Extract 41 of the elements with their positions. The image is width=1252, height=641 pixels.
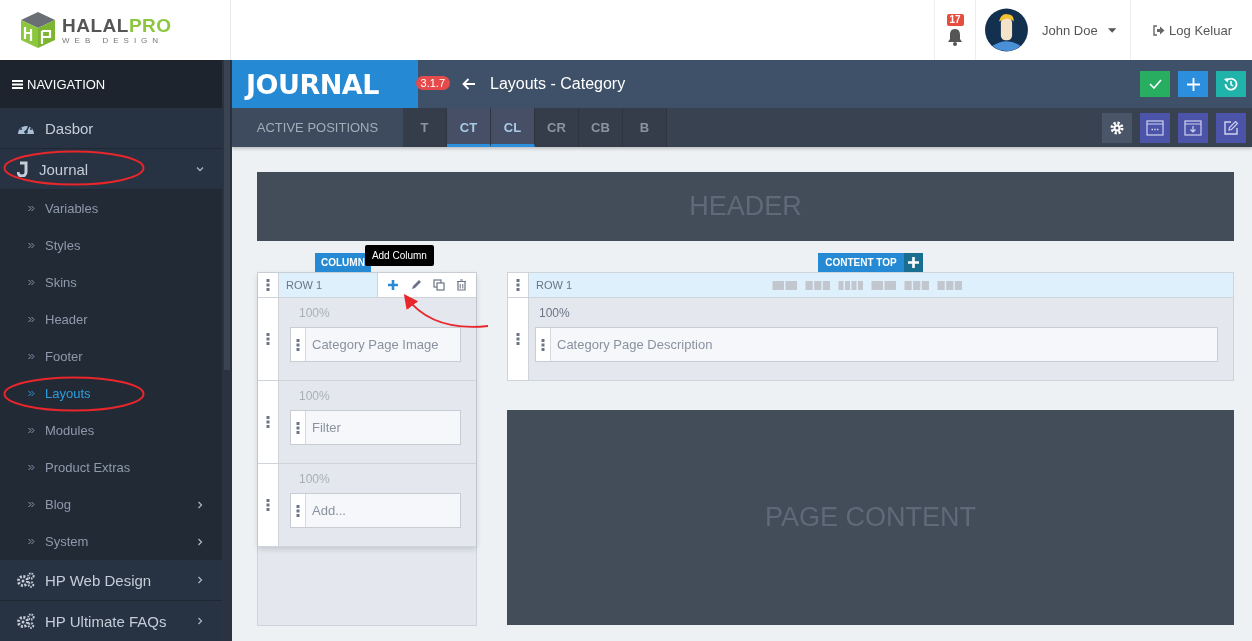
nav-subitem[interactable]: Skins	[0, 264, 222, 301]
nav-subitem[interactable]: Footer	[0, 338, 222, 375]
nav-subitem[interactable]: Variables	[0, 190, 222, 227]
nav-subitem[interactable]: Modules	[0, 412, 222, 449]
notifications-button[interactable]: 17	[934, 0, 977, 60]
nav-subitem[interactable]: Blog	[0, 486, 222, 523]
logo-wordmark: HALALPRO	[62, 15, 172, 36]
logout-link[interactable]: Log Keluar	[1131, 0, 1252, 60]
positions-label: ACTIVE POSITIONS	[232, 108, 403, 147]
position-tag: COLUMN	[315, 253, 371, 272]
position-tab[interactable]: B	[623, 108, 667, 147]
user-menu[interactable]: John Doe	[976, 0, 1132, 60]
page-title: Layouts - Category	[490, 75, 626, 93]
nav-subitem[interactable]: Styles	[0, 227, 222, 264]
nav-subitem[interactable]: Product Extras	[0, 449, 222, 486]
module-slot[interactable]: Category Page Description	[535, 327, 1218, 362]
tooltip: Add Column	[364, 245, 434, 266]
nav-subitem[interactable]: Layouts	[0, 375, 222, 412]
row-label: ROW 1	[535, 278, 573, 293]
nav-subitem[interactable]: System	[0, 523, 222, 560]
version-badge: 3.1.7	[415, 76, 450, 90]
notification-count: 17	[946, 14, 964, 26]
position-tab[interactable]: T	[403, 108, 447, 147]
column-width: 100%	[539, 306, 571, 320]
module-slot[interactable]: Category Page Image	[290, 327, 461, 362]
module-slot[interactable]: Add...	[290, 493, 461, 528]
column-width: 100%	[299, 472, 331, 486]
column-width: 100%	[299, 389, 331, 403]
position-tag: CONTENT TOP	[818, 253, 904, 272]
nav-item[interactable]: Journal	[0, 149, 222, 190]
position-tab[interactable]: CT	[447, 108, 491, 147]
logo-tagline: WEB DESIGN	[62, 35, 165, 45]
nav-subitem[interactable]: Header	[0, 301, 222, 338]
column-width: 100%	[299, 306, 331, 320]
module-slot[interactable]: Filter	[290, 410, 461, 445]
position-tab[interactable]: CB	[579, 108, 623, 147]
row-label: ROW 1	[285, 278, 324, 293]
journal-logo: JOURNAL	[246, 68, 379, 100]
navigation-heading: NAVIGATION	[27, 76, 106, 92]
position-tab[interactable]: CL	[491, 108, 535, 147]
position-tab[interactable]: CR	[535, 108, 579, 147]
